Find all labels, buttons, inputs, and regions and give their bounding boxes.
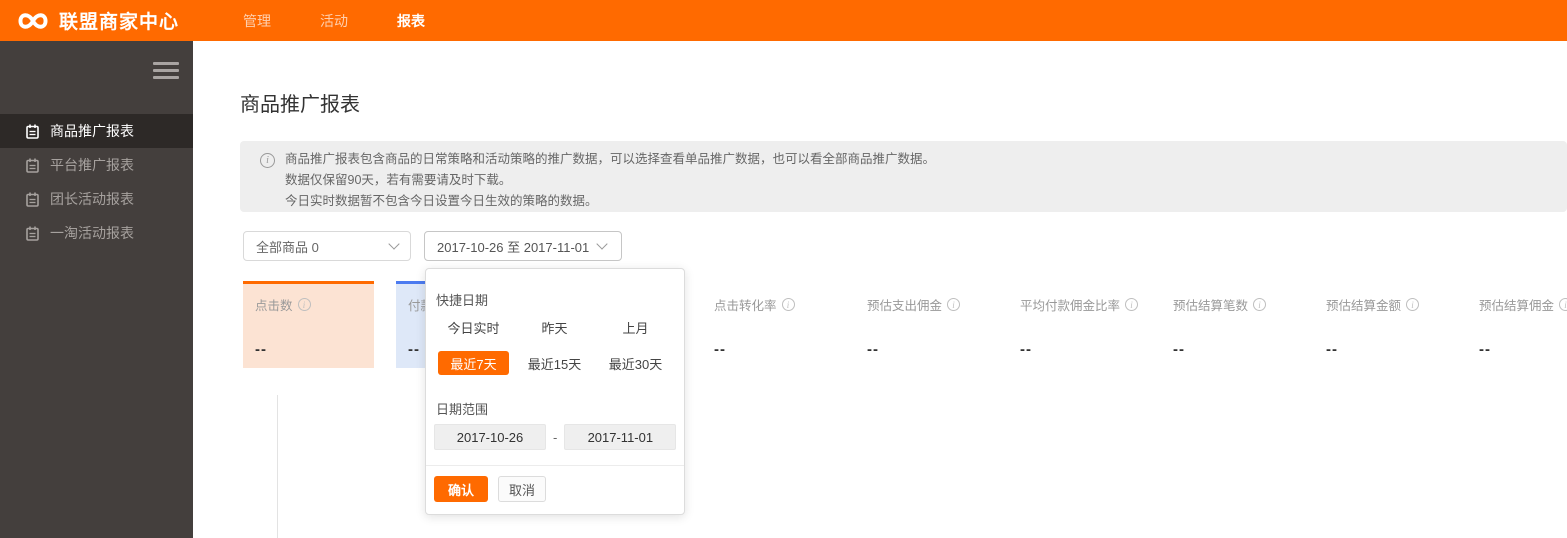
quick-date-options: 今日实时 昨天 上月 最近7天 最近15天 最近30天 <box>433 315 677 375</box>
info-icon[interactable]: i <box>947 298 961 311</box>
info-icon[interactable]: i <box>1559 298 1567 311</box>
nav-item-report[interactable]: 报表 <box>397 11 425 31</box>
info-icon[interactable]: i <box>1253 298 1267 311</box>
metric-label: 平均付款佣金比率 <box>1020 299 1121 313</box>
product-select-value: 全部商品 0 <box>256 239 319 255</box>
info-icon: i <box>260 153 275 168</box>
sidebar-item-etao-activity-report[interactable]: 一淘活动报表 <box>0 216 193 250</box>
metric-value: -- <box>1173 341 1185 358</box>
sidebar-item-label: 平台推广报表 <box>50 157 134 173</box>
sidebar-item-platform-report[interactable]: 平台推广报表 <box>0 148 193 182</box>
sidebar-item-label: 一淘活动报表 <box>50 225 134 241</box>
page-title: 商品推广报表 <box>240 94 360 116</box>
metric-card-est-commission-paid[interactable]: 预估支出佣金 i -- <box>855 281 986 368</box>
info-banner-line: 今日实时数据暂不包含今日设置今日生效的策略的数据。 <box>285 194 598 208</box>
cancel-button[interactable]: 取消 <box>498 476 546 502</box>
date-range-select[interactable]: 2017-10-26 至 2017-11-01 <box>424 231 622 261</box>
chevron-down-icon <box>596 238 608 250</box>
brand: 联盟商家中心 <box>16 0 179 41</box>
metric-value: -- <box>255 341 267 358</box>
nav-item-manage[interactable]: 管理 <box>243 11 271 31</box>
quick-option-last-30-days[interactable]: 最近30天 <box>597 351 674 375</box>
sidebar-menu: 商品推广报表 平台推广报表 团长活动报表 一淘活动报表 <box>0 114 193 250</box>
menu-toggle-icon[interactable] <box>153 62 179 79</box>
date-picker-popup: 快捷日期 今日实时 昨天 上月 最近7天 最近15天 最近30天 日期范围 - … <box>425 268 685 515</box>
brand-logo-icon <box>16 9 50 33</box>
popup-divider <box>426 465 684 466</box>
metric-card-avg-commission-rate[interactable]: 平均付款佣金比率 i -- <box>1008 281 1139 368</box>
info-icon[interactable]: i <box>1406 298 1420 311</box>
top-header: 联盟商家中心 管理 活动 报表 <box>0 0 1567 41</box>
date-range-title: 日期范围 <box>436 402 489 417</box>
product-select[interactable]: 全部商品 0 <box>243 231 411 261</box>
metric-value: -- <box>408 341 420 358</box>
quick-option-last-month[interactable]: 上月 <box>610 315 660 339</box>
sidebar-item-label: 团长活动报表 <box>50 191 134 207</box>
date-range-inputs: - <box>434 424 677 450</box>
chart-axis-line <box>277 395 278 538</box>
metric-card-est-settle-amount[interactable]: 预估结算金额 i -- <box>1314 281 1445 368</box>
report-doc-icon <box>26 124 39 139</box>
metric-label: 预估结算金额 <box>1326 299 1402 313</box>
metric-value: -- <box>1020 341 1032 358</box>
sidebar-item-label: 商品推广报表 <box>50 123 134 139</box>
metric-value: -- <box>714 341 726 358</box>
info-banner-line: 数据仅保留90天，若有需要请及时下载。 <box>285 173 512 187</box>
quick-option-last-15-days[interactable]: 最近15天 <box>516 351 593 375</box>
page: 联盟商家中心 管理 活动 报表 商品推广报表 平台推广报表 团长活动报表 一淘活… <box>0 0 1567 538</box>
metric-value: -- <box>1326 341 1338 358</box>
sidebar-item-leader-activity-report[interactable]: 团长活动报表 <box>0 182 193 216</box>
quick-option-last-7-days[interactable]: 最近7天 <box>438 351 509 375</box>
info-icon[interactable]: i <box>297 298 311 311</box>
metric-label: 预估结算佣金 <box>1479 299 1555 313</box>
metric-value: -- <box>867 341 879 358</box>
top-nav: 管理 活动 报表 <box>243 0 425 41</box>
info-banner-line: 商品推广报表包含商品的日常策略和活动策略的推广数据，可以选择查看单品推广数据，也… <box>285 152 936 166</box>
confirm-button[interactable]: 确认 <box>434 476 488 502</box>
sidebar-item-product-report[interactable]: 商品推广报表 <box>0 114 193 148</box>
report-doc-icon <box>26 192 39 207</box>
metric-label: 点击转化率 <box>714 299 777 313</box>
info-icon[interactable]: i <box>1125 298 1139 311</box>
end-date-input[interactable] <box>564 424 677 450</box>
metric-card-clicks[interactable]: 点击数 i -- <box>243 281 374 368</box>
report-doc-icon <box>26 226 39 241</box>
quick-option-yesterday[interactable]: 昨天 <box>529 315 579 339</box>
metric-label: 预估结算笔数 <box>1173 299 1249 313</box>
report-doc-icon <box>26 158 39 173</box>
start-date-input[interactable] <box>434 424 546 450</box>
info-banner: i 商品推广报表包含商品的日常策略和活动策略的推广数据，可以选择查看单品推广数据… <box>240 141 1567 212</box>
metric-label: 点击数 <box>255 299 293 313</box>
nav-item-activity[interactable]: 活动 <box>320 11 348 31</box>
date-range-separator: - <box>553 429 558 445</box>
metric-card-est-settle-count[interactable]: 预估结算笔数 i -- <box>1161 281 1292 368</box>
popup-footer: 确认 取消 <box>434 476 546 502</box>
quick-option-today[interactable]: 今日实时 <box>435 315 511 339</box>
metric-card-click-conversion[interactable]: 点击转化率 i -- <box>702 281 833 368</box>
metric-value: -- <box>1479 341 1491 358</box>
chevron-down-icon <box>388 238 400 250</box>
info-icon[interactable]: i <box>781 298 795 311</box>
sidebar: 商品推广报表 平台推广报表 团长活动报表 一淘活动报表 <box>0 41 193 538</box>
date-range-value: 2017-10-26 至 2017-11-01 <box>437 239 590 255</box>
quick-date-title: 快捷日期 <box>436 293 489 308</box>
metric-label: 预估支出佣金 <box>867 299 943 313</box>
metric-card-est-settle-commission[interactable]: 预估结算佣金 i -- <box>1467 281 1567 368</box>
brand-title: 联盟商家中心 <box>59 12 180 33</box>
